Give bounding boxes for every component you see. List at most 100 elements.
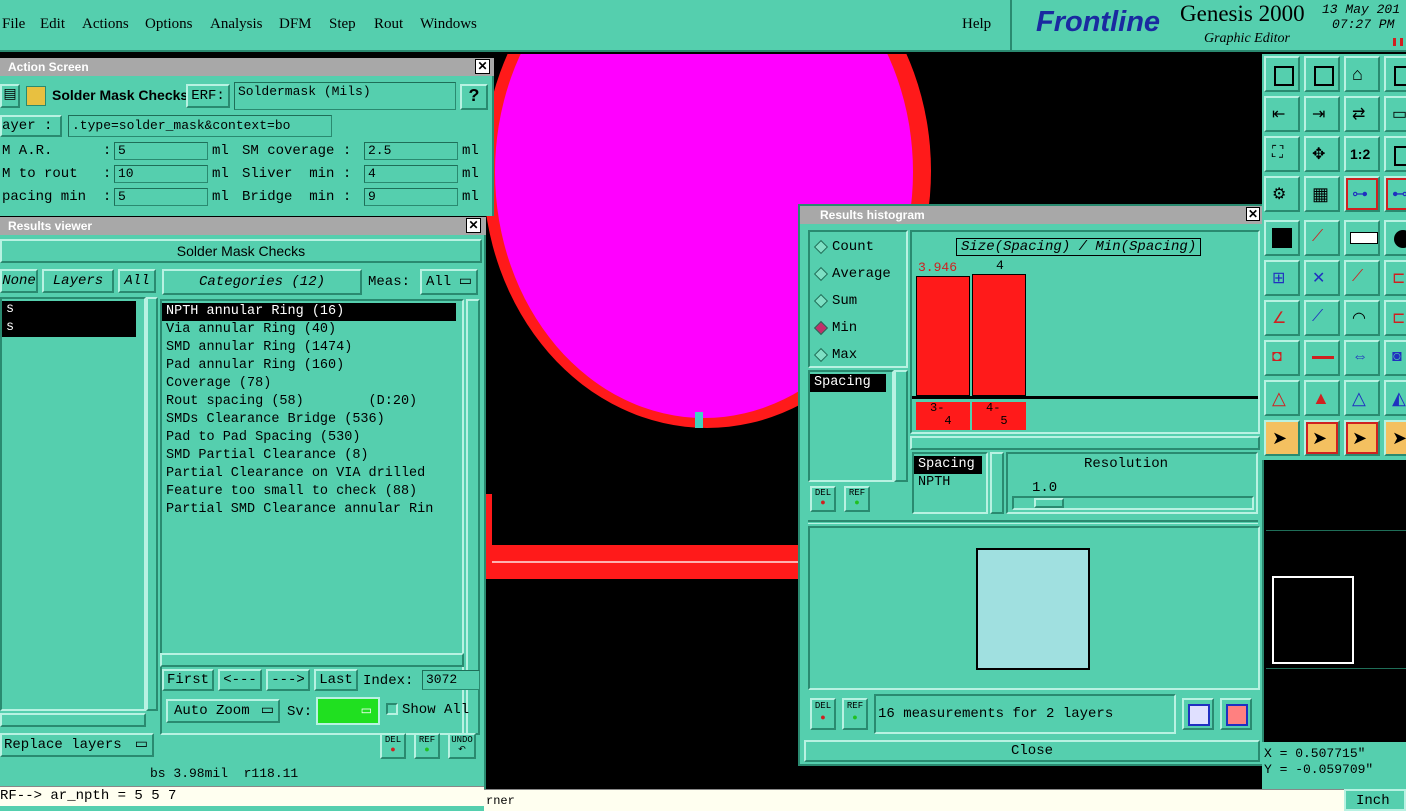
tool-button[interactable]: ⊏ [1384,300,1406,336]
param-sliver-field[interactable]: 4 [364,165,458,183]
category-item[interactable]: Pad annular Ring (160) [162,357,462,375]
histogram-titlebar[interactable]: Results histogram ✕ [800,206,1262,224]
menu-file[interactable]: File [2,16,25,33]
auto-zoom-select[interactable]: Auto Zoom ▭ [166,699,280,723]
meas-select[interactable]: All ▭ [420,269,478,295]
radio-sum[interactable] [813,293,829,309]
tool-button[interactable] [1264,220,1300,256]
index-field[interactable]: 3072 [422,670,480,690]
next-button[interactable]: ---> [266,669,310,691]
menu-edit[interactable]: Edit [40,16,65,33]
tool-button[interactable]: ➤ [1264,420,1300,456]
none-button[interactable]: None [0,269,38,293]
prev-button[interactable]: <--- [218,669,262,691]
tool-button[interactable]: ◠ [1344,300,1380,336]
tool-button[interactable] [1264,56,1300,92]
menu-help[interactable]: Help [962,16,991,33]
overview-map[interactable] [1266,462,1406,742]
tool-button[interactable]: △ [1264,380,1300,416]
tool-button[interactable]: ⚙ [1264,176,1300,212]
action-list-icon[interactable]: ▤ [0,84,20,108]
tool-button[interactable]: ◭ [1384,380,1406,416]
category-item[interactable]: Pad to Pad Spacing (530) [162,429,462,447]
zoom-to-layer-button[interactable] [1220,698,1252,730]
replace-layers-select[interactable]: Replace layers ▭ [0,733,154,757]
category-item[interactable]: Via annular Ring (40) [162,321,462,339]
category-item[interactable]: SMD Partial Clearance (8) [162,447,462,465]
tool-button[interactable] [1384,136,1406,172]
radio-count[interactable] [813,239,829,255]
layer-measure-scrollbar[interactable] [990,452,1004,514]
layer-field[interactable]: .type=solder_mask&context=bo [68,115,332,137]
del-button[interactable]: DEL ● [810,486,836,512]
close-button[interactable]: Close [804,740,1260,762]
layer-button[interactable]: ayer : [0,115,62,137]
layer-list-hscrollbar[interactable] [0,713,146,727]
layer-measure-item[interactable]: Spacing [914,456,982,474]
measure-list[interactable]: Spacing [808,370,894,482]
tool-button[interactable]: ⛶ [1264,136,1300,172]
category-item[interactable]: Partial SMD Clearance annular Rin [162,501,462,519]
command-line[interactable]: RF--> ar_npth = 5 5 7 [0,786,484,806]
erf-field[interactable]: Soldermask (Mils) [234,82,456,110]
tool-button[interactable]: ⊶ [1344,176,1380,212]
tool-button[interactable]: ✕ [1304,260,1340,296]
radio-min[interactable] [813,320,829,336]
layers-button[interactable]: Layers [42,269,114,293]
ref-button[interactable]: REF ● [842,698,868,730]
category-item[interactable]: Coverage (78) [162,375,462,393]
tool-button[interactable]: ⇤ [1264,96,1300,132]
histogram-bar[interactable] [972,274,1026,396]
layer-list[interactable]: s s [0,297,146,711]
tool-button[interactable]: ◘ [1264,340,1300,376]
undo-button[interactable]: UNDO ↶ [448,733,476,759]
category-list-hscrollbar[interactable] [160,653,464,667]
close-icon[interactable]: ✕ [1246,207,1260,221]
categories-button[interactable]: Categories (12) [162,269,362,295]
last-button[interactable]: Last [314,669,358,691]
tool-button[interactable] [1304,340,1340,376]
ref-button[interactable]: REF ● [844,486,870,512]
close-icon[interactable]: ✕ [466,218,481,233]
measure-item[interactable]: Spacing [810,374,886,392]
ref-button[interactable]: REF ● [414,733,440,759]
tool-button[interactable]: ➤ [1384,420,1406,456]
del-button[interactable]: DEL ● [810,698,836,730]
tool-button[interactable] [1304,56,1340,92]
category-item[interactable]: Rout spacing (58) (D:20) [162,393,462,411]
layer-row[interactable]: s [2,301,136,319]
tool-button[interactable]: ⟋ [1304,300,1340,336]
param-coverage-field[interactable]: 2.5 [364,142,458,160]
tool-button[interactable]: ▭ [1384,96,1406,132]
layer-measure-item[interactable]: NPTH [914,474,986,492]
tool-button[interactable]: ⊞ [1264,260,1300,296]
layer-row[interactable]: s [2,319,136,337]
tool-button[interactable] [1384,56,1406,92]
menu-windows[interactable]: Windows [420,16,477,33]
tool-button[interactable]: ⌂ [1344,56,1380,92]
category-item[interactable]: SMDs Clearance Bridge (536) [162,411,462,429]
histogram-bar[interactable] [916,276,970,396]
param-bridge-field[interactable]: 9 [364,188,458,206]
show-all-checkbox[interactable] [386,703,398,715]
all-layers-button[interactable]: All [118,269,156,293]
category-item[interactable]: Partial Clearance on VIA drilled [162,465,462,483]
param-spacing-field[interactable]: 5 [114,188,208,206]
tool-button[interactable]: ⇄ [1344,96,1380,132]
tool-button[interactable]: ⇔ [1344,340,1380,376]
tool-button[interactable]: ▦ [1304,176,1340,212]
tool-button[interactable]: 1:2 [1344,136,1380,172]
resolution-slider-handle[interactable] [1034,498,1064,508]
radio-max[interactable] [813,347,829,363]
tool-button[interactable]: ⟋ [1344,260,1380,296]
del-button[interactable]: DEL ● [380,733,406,759]
chart-hscrollbar[interactable] [910,436,1260,450]
erf-button[interactable]: ERF: [186,84,230,108]
tool-button[interactable]: ➤ [1344,420,1380,456]
menu-actions[interactable]: Actions [82,16,129,33]
menu-rout[interactable]: Rout [374,16,403,33]
tool-button[interactable]: ◙ [1384,340,1406,376]
tool-button[interactable]: ∠ [1264,300,1300,336]
layer-measure-list[interactable]: Spacing NPTH [912,452,988,514]
tool-button[interactable]: ✥ [1304,136,1340,172]
